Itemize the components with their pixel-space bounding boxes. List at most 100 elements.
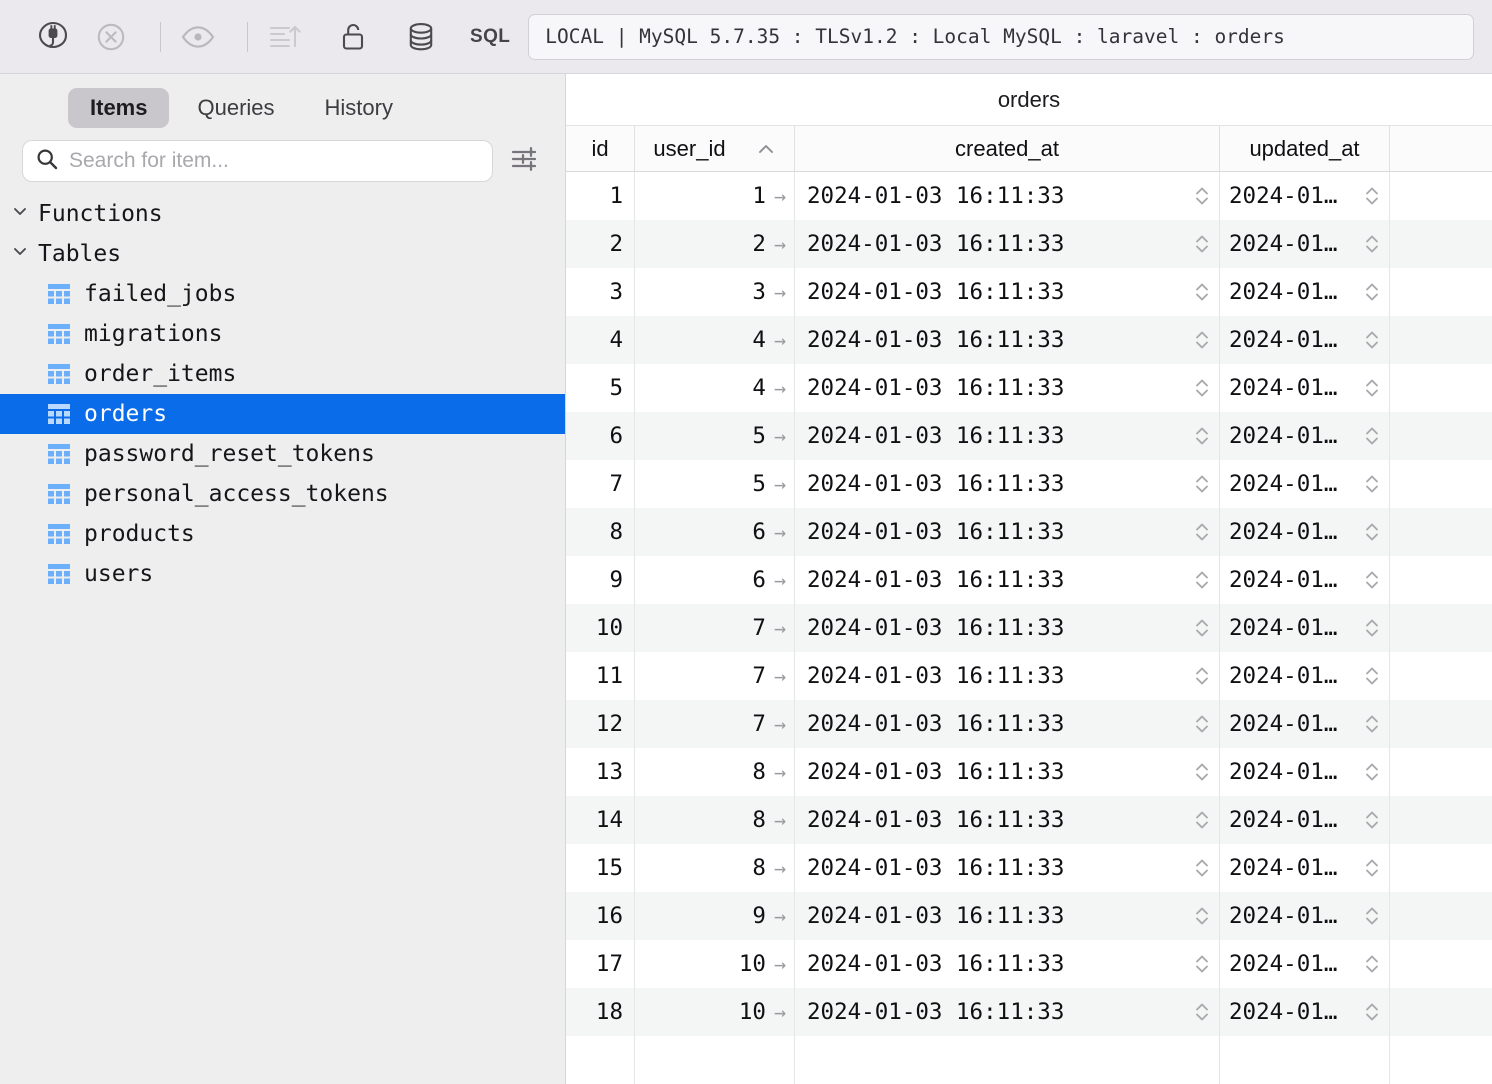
cell-updated_at[interactable]: 2024-01… (1219, 988, 1389, 1036)
sidebar-item-users[interactable]: users (0, 554, 565, 594)
cell-updated_at[interactable]: 2024-01… (1219, 892, 1389, 940)
column-header-user_id[interactable]: user_id (634, 126, 794, 171)
cell-created_at[interactable]: 2024-01-03 16:11:33 (794, 268, 1219, 316)
value-stepper-icon[interactable] (1193, 903, 1211, 929)
value-stepper-icon[interactable] (1193, 423, 1211, 449)
value-stepper-icon[interactable] (1193, 375, 1211, 401)
cell-id[interactable]: 17 (566, 940, 634, 988)
search-input[interactable] (69, 149, 480, 173)
foreign-key-arrow-icon[interactable]: → (774, 378, 786, 398)
cell-created_at[interactable]: 2024-01-03 16:11:33 (794, 892, 1219, 940)
table-row[interactable]: 6 5 → 2024-01-03 16:11:33 2024-01… (566, 412, 1492, 460)
value-stepper-icon[interactable] (1193, 519, 1211, 545)
cell-created_at[interactable]: 2024-01-03 16:11:33 (794, 412, 1219, 460)
table-row[interactable]: 15 8 → 2024-01-03 16:11:33 2024-01… (566, 844, 1492, 892)
cell-user_id[interactable]: 8 → (634, 796, 794, 844)
cell-updated_at[interactable]: 2024-01… (1219, 460, 1389, 508)
table-row[interactable]: 8 6 → 2024-01-03 16:11:33 2024-01… (566, 508, 1492, 556)
sidebar-item-order_items[interactable]: order_items (0, 354, 565, 394)
sort-ascending-icon[interactable] (262, 14, 308, 60)
foreign-key-arrow-icon[interactable]: → (774, 234, 786, 254)
table-row[interactable]: 17 10 → 2024-01-03 16:11:33 2024-01… (566, 940, 1492, 988)
foreign-key-arrow-icon[interactable]: → (774, 810, 786, 830)
foreign-key-arrow-icon[interactable]: → (774, 426, 786, 446)
table-row[interactable]: 12 7 → 2024-01-03 16:11:33 2024-01… (566, 700, 1492, 748)
cell-updated_at[interactable]: 2024-01… (1219, 316, 1389, 364)
value-stepper-icon[interactable] (1363, 999, 1381, 1025)
value-stepper-icon[interactable] (1363, 471, 1381, 497)
sql-button[interactable]: SQL (470, 26, 510, 48)
cell-user_id[interactable]: 6 → (634, 508, 794, 556)
cell-created_at[interactable]: 2024-01-03 16:11:33 (794, 460, 1219, 508)
table-row[interactable]: 1 1 → 2024-01-03 16:11:33 2024-01… (566, 172, 1492, 220)
cell-updated_at[interactable]: 2024-01… (1219, 700, 1389, 748)
column-header-id[interactable]: id (566, 126, 634, 171)
cell-id[interactable]: 7 (566, 460, 634, 508)
cell-created_at[interactable]: 2024-01-03 16:11:33 (794, 556, 1219, 604)
cell-updated_at[interactable]: 2024-01… (1219, 220, 1389, 268)
unlock-icon[interactable] (330, 14, 376, 60)
tab-queries[interactable]: Queries (175, 88, 296, 128)
value-stepper-icon[interactable] (1363, 807, 1381, 833)
cell-created_at[interactable]: 2024-01-03 16:11:33 (794, 220, 1219, 268)
search-box[interactable] (22, 140, 493, 182)
tab-items[interactable]: Items (68, 88, 170, 128)
cell-created_at[interactable]: 2024-01-03 16:11:33 (794, 316, 1219, 364)
disconnect-icon[interactable] (88, 14, 134, 60)
cell-id[interactable]: 12 (566, 700, 634, 748)
cell-id[interactable]: 15 (566, 844, 634, 892)
table-row[interactable]: 9 6 → 2024-01-03 16:11:33 2024-01… (566, 556, 1492, 604)
cell-updated_at[interactable]: 2024-01… (1219, 940, 1389, 988)
cell-user_id[interactable]: 5 → (634, 460, 794, 508)
value-stepper-icon[interactable] (1193, 615, 1211, 641)
value-stepper-icon[interactable] (1193, 759, 1211, 785)
foreign-key-arrow-icon[interactable]: → (774, 522, 786, 542)
value-stepper-icon[interactable] (1363, 903, 1381, 929)
cell-user_id[interactable]: 7 → (634, 652, 794, 700)
cell-user_id[interactable]: 3 → (634, 268, 794, 316)
value-stepper-icon[interactable] (1193, 231, 1211, 257)
cell-id[interactable]: 10 (566, 604, 634, 652)
cell-user_id[interactable]: 6 → (634, 556, 794, 604)
cell-id[interactable]: 11 (566, 652, 634, 700)
foreign-key-arrow-icon[interactable]: → (774, 282, 786, 302)
foreign-key-arrow-icon[interactable]: → (774, 762, 786, 782)
sidebar-item-migrations[interactable]: migrations (0, 314, 565, 354)
tab-history[interactable]: History (303, 88, 415, 128)
value-stepper-icon[interactable] (1363, 231, 1381, 257)
value-stepper-icon[interactable] (1363, 663, 1381, 689)
cell-updated_at[interactable]: 2024-01… (1219, 844, 1389, 892)
table-row[interactable]: 2 2 → 2024-01-03 16:11:33 2024-01… (566, 220, 1492, 268)
cell-user_id[interactable]: 9 → (634, 892, 794, 940)
cell-id[interactable]: 1 (566, 172, 634, 220)
tree-group-functions[interactable]: Functions (0, 194, 565, 234)
foreign-key-arrow-icon[interactable]: → (774, 186, 786, 206)
cell-user_id[interactable]: 4 → (634, 316, 794, 364)
cell-id[interactable]: 2 (566, 220, 634, 268)
cell-id[interactable]: 6 (566, 412, 634, 460)
cell-created_at[interactable]: 2024-01-03 16:11:33 (794, 940, 1219, 988)
cell-created_at[interactable]: 2024-01-03 16:11:33 (794, 844, 1219, 892)
table-row[interactable]: 13 8 → 2024-01-03 16:11:33 2024-01… (566, 748, 1492, 796)
value-stepper-icon[interactable] (1193, 567, 1211, 593)
cell-id[interactable]: 5 (566, 364, 634, 412)
eye-icon[interactable] (175, 14, 221, 60)
table-row[interactable]: 14 8 → 2024-01-03 16:11:33 2024-01… (566, 796, 1492, 844)
cell-id[interactable]: 4 (566, 316, 634, 364)
cell-user_id[interactable]: 4 → (634, 364, 794, 412)
foreign-key-arrow-icon[interactable]: → (774, 330, 786, 350)
connection-status-field[interactable]: LOCAL | MySQL 5.7.35 : TLSv1.2 : Local M… (528, 13, 1474, 60)
value-stepper-icon[interactable] (1363, 183, 1381, 209)
cell-created_at[interactable]: 2024-01-03 16:11:33 (794, 508, 1219, 556)
cell-id[interactable]: 16 (566, 892, 634, 940)
foreign-key-arrow-icon[interactable]: → (774, 1002, 786, 1022)
cell-created_at[interactable]: 2024-01-03 16:11:33 (794, 172, 1219, 220)
cell-updated_at[interactable]: 2024-01… (1219, 796, 1389, 844)
sidebar-item-failed_jobs[interactable]: failed_jobs (0, 274, 565, 314)
foreign-key-arrow-icon[interactable]: → (774, 570, 786, 590)
sidebar-item-orders[interactable]: orders (0, 394, 565, 434)
value-stepper-icon[interactable] (1363, 279, 1381, 305)
foreign-key-arrow-icon[interactable]: → (774, 666, 786, 686)
table-row[interactable]: 10 7 → 2024-01-03 16:11:33 2024-01… (566, 604, 1492, 652)
foreign-key-arrow-icon[interactable]: → (774, 858, 786, 878)
